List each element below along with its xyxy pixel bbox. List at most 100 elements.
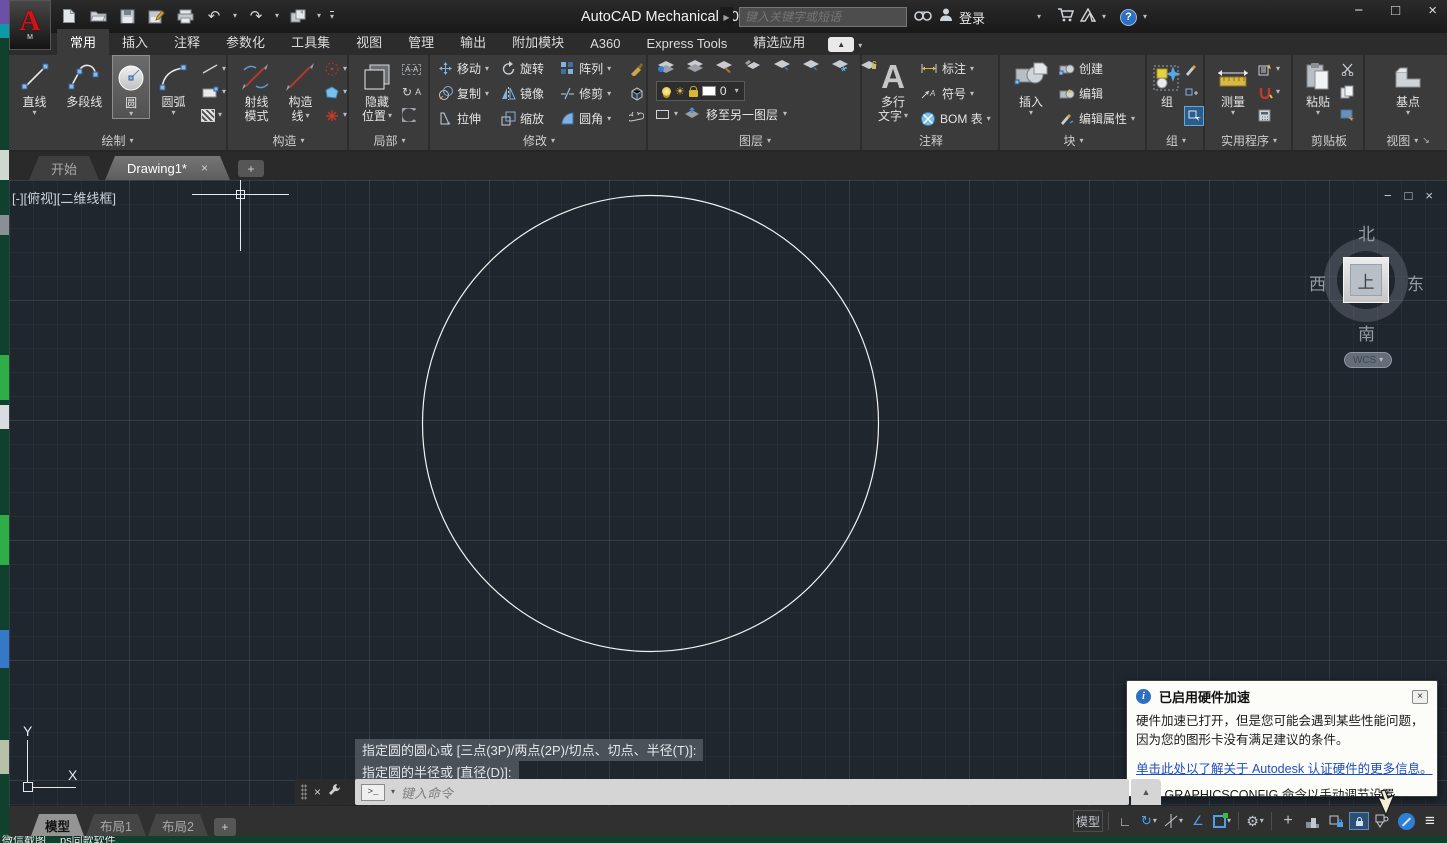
- annotation-scale-icon[interactable]: [1301, 810, 1323, 832]
- mtext-button[interactable]: A 多行文字▾: [872, 55, 914, 123]
- dimension-button[interactable]: 标注▾: [920, 56, 991, 81]
- make-current-icon[interactable]: [656, 110, 669, 119]
- panel-label-modify[interactable]: 修改▾: [432, 131, 646, 150]
- ribbon-tab-insert[interactable]: 插入: [109, 29, 161, 55]
- detail-arc-icon[interactable]: [402, 104, 421, 126]
- viewcube-west[interactable]: 西: [1309, 270, 1326, 295]
- circle-button[interactable]: 圆▾: [112, 55, 150, 119]
- model-space-button[interactable]: 模型: [1073, 810, 1103, 832]
- construction-polygon-flyout[interactable]: ▾: [324, 81, 347, 103]
- autodesk-app-icon[interactable]: [1080, 8, 1096, 27]
- panel-label-annotate[interactable]: 注释: [864, 131, 998, 150]
- ribbon-tab-view[interactable]: 视图: [343, 29, 395, 55]
- notification-link[interactable]: 单击此处以了解关于 Autodesk 认证硬件的更多信息。: [1136, 758, 1428, 777]
- new-file-icon[interactable]: [59, 6, 79, 26]
- panel-label-clipboard[interactable]: 剪贴板: [1295, 131, 1363, 150]
- ribbon-tab-output[interactable]: 输出: [447, 29, 499, 55]
- layout-tab-layout2[interactable]: 布局2: [148, 814, 208, 836]
- object-snap-tracking-icon[interactable]: ∠: [1187, 810, 1209, 832]
- exchange-dropdown-icon[interactable]: ▾: [1102, 13, 1106, 21]
- qat-customize-icon[interactable]: ▾: [330, 11, 334, 21]
- layer-unisolate-icon[interactable]: [801, 58, 821, 78]
- copy-clip-icon[interactable]: [1340, 81, 1355, 103]
- revision-cloud-icon[interactable]: [629, 106, 644, 131]
- section-aa-icon[interactable]: A-A: [402, 58, 421, 80]
- file-tab-start[interactable]: 开始: [29, 156, 99, 180]
- layer-properties-icon[interactable]: [656, 58, 676, 78]
- cut-icon[interactable]: [1340, 58, 1355, 80]
- fillet-button[interactable]: 圆角▾: [560, 106, 625, 131]
- new-layout-button[interactable]: +: [214, 818, 236, 836]
- hatch-flyout[interactable]: ▾: [201, 104, 226, 126]
- viewport-controls-label[interactable]: [-][俯视][二维线框]: [12, 188, 116, 207]
- redo-dropdown-icon[interactable]: ▾: [275, 12, 279, 20]
- workspace-dropdown-icon[interactable]: ▾: [317, 12, 321, 20]
- signin-dropdown-icon[interactable]: ▾: [1037, 13, 1041, 21]
- polar-tracking-icon[interactable]: ▾: [1162, 810, 1185, 832]
- ribbon-tab-parametric[interactable]: 参数化: [213, 29, 278, 55]
- trim-button[interactable]: 修剪▾: [560, 81, 625, 106]
- draw-line-flyout[interactable]: ▾: [201, 58, 226, 80]
- maximize-button[interactable]: □: [1391, 2, 1400, 19]
- dynamic-input-icon[interactable]: ↻▾: [1138, 810, 1160, 832]
- panel-expand-icon[interactable]: ↘: [1422, 135, 1430, 146]
- help-icon[interactable]: ?: [1120, 9, 1137, 26]
- viewport-restore-icon[interactable]: □: [1405, 188, 1413, 203]
- ribbon-tab-home[interactable]: 常用: [57, 29, 109, 55]
- ribbon-tab-express[interactable]: Express Tools: [634, 33, 741, 55]
- circle-entity[interactable]: [421, 194, 880, 653]
- close-button[interactable]: ×: [1428, 2, 1437, 19]
- copy-button[interactable]: 复制▾: [438, 81, 499, 106]
- layout-tab-layout1[interactable]: 布局1: [86, 814, 146, 836]
- help-dropdown-icon[interactable]: ▾: [1143, 13, 1147, 21]
- ribbon-tab-toolsets[interactable]: 工具集: [278, 29, 343, 55]
- panel-label-utilities[interactable]: 实用程序▾: [1207, 131, 1291, 150]
- viewcube-north[interactable]: 北: [1358, 220, 1375, 245]
- move-to-layer-label[interactable]: 移至另一图层: [706, 106, 778, 123]
- point-style-icon[interactable]: ▾: [1258, 81, 1280, 103]
- insert-block-button[interactable]: 插入▾: [1009, 55, 1053, 117]
- cart-icon[interactable]: [1057, 7, 1074, 27]
- command-dock-grip[interactable]: [301, 784, 307, 800]
- command-history-expand-button[interactable]: ▲: [1131, 779, 1161, 805]
- panel-label-layers[interactable]: 图层▾: [650, 131, 860, 150]
- 3d-box-icon[interactable]: [629, 81, 644, 106]
- signin-label[interactable]: 登录: [959, 8, 985, 27]
- erase-construction-flyout[interactable]: ▾: [324, 104, 347, 126]
- match-properties-icon[interactable]: [629, 56, 644, 81]
- file-tab-drawing1[interactable]: Drawing1* ×: [105, 156, 230, 180]
- ribbon-tab-manage[interactable]: 管理: [395, 29, 447, 55]
- undo-icon[interactable]: ↶: [204, 6, 224, 26]
- quick-select-icon[interactable]: ▾: [1258, 58, 1280, 80]
- annotation-crosshair-icon[interactable]: +: [1277, 810, 1299, 832]
- ribbon-tab-a360[interactable]: A360: [577, 33, 633, 55]
- workspace-gear-icon[interactable]: ⚙▾: [1244, 810, 1266, 832]
- undo-dropdown-icon[interactable]: ▾: [233, 12, 237, 20]
- calculator-icon[interactable]: [1258, 104, 1280, 126]
- panel-label-block[interactable]: 块▾: [1002, 131, 1145, 150]
- panel-label-partial[interactable]: 局部▾: [351, 131, 428, 150]
- user-icon[interactable]: [939, 7, 953, 27]
- panel-label-group[interactable]: 组▾: [1149, 131, 1203, 150]
- save-icon[interactable]: [117, 6, 137, 26]
- command-wrench-icon[interactable]: [328, 783, 341, 801]
- symbol-button[interactable]: A符号▾: [920, 81, 991, 106]
- open-file-icon[interactable]: [88, 6, 108, 26]
- file-tab-close-icon[interactable]: ×: [201, 161, 208, 175]
- app-logo[interactable]: A M: [9, 0, 51, 50]
- viewcube-top-face[interactable]: 上: [1343, 257, 1389, 303]
- group-button[interactable]: 组: [1153, 55, 1181, 109]
- grid-display-icon[interactable]: ∟: [1114, 810, 1136, 832]
- layout-tab-model[interactable]: 模型: [31, 814, 84, 836]
- move-button[interactable]: 移动▾: [438, 56, 499, 81]
- polyline-button[interactable]: 多段线: [58, 55, 110, 109]
- workspace-switch-icon[interactable]: [288, 6, 308, 26]
- ribbon-tab-featured[interactable]: 精选应用: [740, 29, 818, 55]
- array-button[interactable]: 阵列▾: [560, 56, 625, 81]
- paste-special-icon[interactable]: [1340, 104, 1355, 126]
- construction-circle-flyout[interactable]: ▾: [324, 58, 347, 80]
- create-block-button[interactable]: 创建: [1059, 56, 1135, 81]
- layer-state-icon[interactable]: [685, 58, 705, 78]
- line-button[interactable]: 直线▾: [13, 55, 56, 117]
- save-as-icon[interactable]: [146, 6, 166, 26]
